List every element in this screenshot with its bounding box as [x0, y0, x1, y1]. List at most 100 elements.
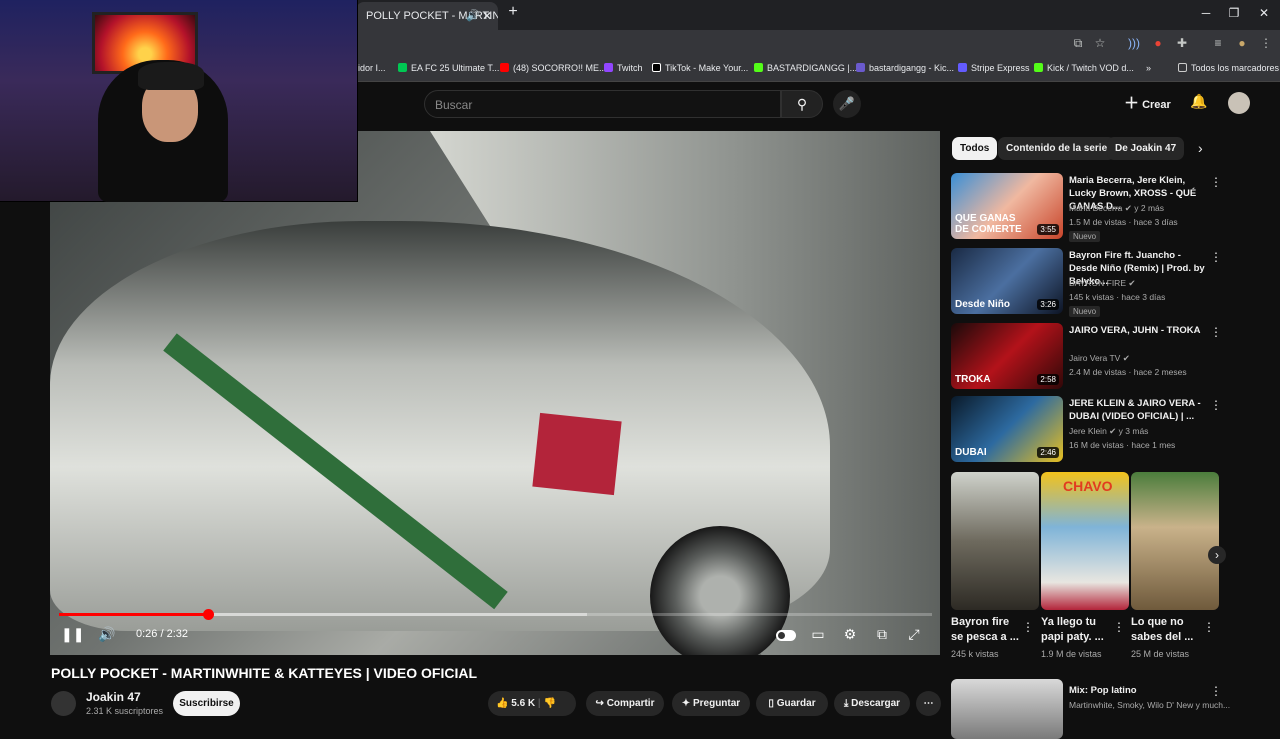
related-channel[interactable]: Maria Becerra ✔ y 2 más	[1069, 203, 1164, 214]
thumbs-up-icon: 👍	[496, 698, 509, 709]
related-thumbnail[interactable]: QUE GANAS DE COMERTE 3:55	[951, 173, 1063, 239]
bookmark-item[interactable]: Twitch	[604, 63, 643, 73]
browser-tab[interactable]: POLLY POCKET - MARTINW 🔊 ✕	[356, 2, 498, 30]
create-button[interactable]: ＋ Crear	[1124, 92, 1178, 116]
more-bookmarks-icon[interactable]: »	[1146, 63, 1151, 73]
related-title[interactable]: JERE KLEIN & JAIRO VERA - DUBAI (VIDEO O…	[1069, 397, 1209, 423]
chip-channel[interactable]: De Joakin 47	[1107, 137, 1185, 160]
channel-name: Jairo Vera TV	[1069, 353, 1121, 363]
related-thumbnail[interactable]: TROKA 2:58	[951, 323, 1063, 389]
more-vertical-icon[interactable]: ⋮	[1210, 398, 1222, 412]
chip-series[interactable]: Contenido de la serie	[998, 137, 1116, 160]
subscribe-button[interactable]: Suscribirse	[173, 691, 240, 716]
audio-extension-icon[interactable]: )))	[1126, 36, 1142, 50]
minimize-icon[interactable]: ─	[1196, 6, 1216, 20]
short-thumbnail[interactable]	[1131, 472, 1219, 610]
bookmark-item[interactable]: bastardigangg - Kic...	[856, 63, 954, 73]
thumbnail-overlay-text: Desde Niño	[955, 299, 1011, 310]
bookmark-item[interactable]: BASTARDIGANGG |...	[754, 63, 857, 73]
more-vertical-icon[interactable]: ⋮	[1210, 175, 1222, 189]
more-vertical-icon[interactable]: ⋮	[1022, 620, 1034, 634]
channel-name: Maria Becerra	[1069, 203, 1123, 213]
video-player[interactable]	[50, 131, 940, 655]
short-title[interactable]: Lo que no sabes del ...	[1131, 615, 1203, 645]
mix-thumbnail[interactable]	[951, 679, 1063, 739]
extension-badge-icon[interactable]: ●	[1150, 36, 1166, 50]
youtube-icon	[500, 63, 509, 72]
channel-name: BAYRON FIRE	[1069, 278, 1126, 288]
voice-search-button[interactable]: 🎤	[833, 90, 861, 118]
bookmark-item[interactable]: (48) SOCORRO!! ME...	[500, 63, 607, 73]
like-button[interactable]: 👍 5.6 K | 👎	[488, 691, 576, 716]
verified-icon: ✔	[1120, 353, 1130, 363]
link-icon	[856, 63, 865, 72]
thumbs-down-icon[interactable]: 👎	[544, 698, 556, 709]
all-bookmarks[interactable]: Todos los marcadores	[1178, 63, 1279, 73]
related-title[interactable]: JAIRO VERA, JUHN - TROKA	[1069, 324, 1209, 337]
more-vertical-icon[interactable]: ⋮	[1210, 250, 1222, 264]
notifications-bell-icon[interactable]: 🔔	[1190, 93, 1207, 110]
restore-icon[interactable]: ❐	[1224, 6, 1244, 20]
duration-badge: 2:46	[1037, 447, 1059, 458]
install-icon[interactable]: ⧉	[1070, 36, 1086, 51]
channel-extra: y 2 más	[1134, 203, 1165, 213]
browser-menu-icon[interactable]: ⋮	[1258, 36, 1274, 50]
ask-button[interactable]: ✦ Preguntar	[672, 691, 750, 716]
star-icon[interactable]: ☆	[1092, 36, 1108, 50]
fullscreen-icon[interactable]: ⤢	[903, 626, 925, 643]
bookmark-item[interactable]: TikTok - Make Your...	[652, 63, 748, 73]
save-button[interactable]: ▯ Guardar	[756, 691, 828, 716]
shorts-next-icon[interactable]: ›	[1208, 546, 1226, 564]
new-tab-button[interactable]: +	[504, 3, 522, 25]
verified-icon: ✔	[1126, 278, 1136, 288]
short-thumbnail[interactable]: CHAVO	[1041, 472, 1129, 610]
settings-gear-icon[interactable]: ⚙	[839, 626, 861, 643]
extensions-icon[interactable]: ✚	[1174, 36, 1190, 50]
more-vertical-icon[interactable]: ⋮	[1210, 684, 1222, 698]
car-wheel	[650, 526, 790, 655]
stripe-icon	[958, 63, 967, 72]
channel-name[interactable]: Joakin 47	[86, 690, 141, 704]
media-icon[interactable]: ≡	[1210, 36, 1226, 50]
subtitles-icon[interactable]: ▭	[807, 626, 829, 643]
verified-icon: ✔	[1122, 203, 1135, 213]
related-thumbnail[interactable]: Desde Niño 3:26	[951, 248, 1063, 314]
bookmark-item[interactable]: EA FC 25 Ultimate T...	[398, 63, 499, 73]
related-channel[interactable]: Jairo Vera TV ✔	[1069, 353, 1130, 364]
share-button[interactable]: ↪ Compartir	[586, 691, 664, 716]
miniplayer-icon[interactable]: ⧉	[871, 626, 893, 643]
search-icon: ⚲	[796, 96, 808, 112]
autoplay-toggle[interactable]	[776, 630, 796, 641]
speaker-icon[interactable]: 🔊	[466, 2, 480, 30]
volume-icon[interactable]: 🔊	[96, 626, 118, 643]
more-actions-button[interactable]: ⋯	[916, 691, 941, 716]
window-close-icon[interactable]: ✕	[1254, 6, 1274, 20]
more-vertical-icon[interactable]: ⋮	[1113, 620, 1125, 634]
avatar[interactable]	[1228, 92, 1250, 114]
pause-icon[interactable]: ❚❚	[61, 626, 84, 643]
channel-avatar[interactable]	[51, 691, 76, 716]
more-vertical-icon[interactable]: ⋮	[1203, 620, 1215, 634]
sparkle-icon: ✦	[681, 698, 691, 709]
related-channel[interactable]: BAYRON FIRE ✔	[1069, 278, 1135, 289]
verified-icon: ✔	[1106, 426, 1119, 436]
chevron-right-icon[interactable]: ›	[1198, 140, 1203, 156]
search-button[interactable]: ⚲	[781, 90, 823, 118]
search-input[interactable]: Buscar	[424, 90, 781, 118]
download-button[interactable]: ⤓ Descargar	[834, 691, 910, 716]
chip-todos[interactable]: Todos	[952, 137, 998, 160]
bookmark-item[interactable]: idor I...	[358, 63, 386, 73]
more-vertical-icon[interactable]: ⋮	[1210, 325, 1222, 339]
mix-title[interactable]: Mix: Pop latino	[1069, 684, 1209, 697]
close-tab-icon[interactable]: ✕	[482, 2, 492, 30]
related-thumbnail[interactable]: DUBAI 2:46	[951, 396, 1063, 462]
short-views: 1.9 M de vistas	[1041, 649, 1102, 659]
short-title[interactable]: Bayron fire se pesca a ...	[951, 615, 1023, 645]
short-thumbnail[interactable]	[951, 472, 1039, 610]
related-channel[interactable]: Jere Klein ✔ y 3 más	[1069, 426, 1148, 437]
bookmark-item[interactable]: Kick / Twitch VOD d...	[1034, 63, 1134, 73]
chavo-logo: CHAVO	[1063, 478, 1113, 494]
short-title[interactable]: Ya llego tu papi paty. ...	[1041, 615, 1113, 645]
bookmark-item[interactable]: Stripe Express	[958, 63, 1030, 73]
profile-icon[interactable]: ●	[1234, 36, 1250, 50]
